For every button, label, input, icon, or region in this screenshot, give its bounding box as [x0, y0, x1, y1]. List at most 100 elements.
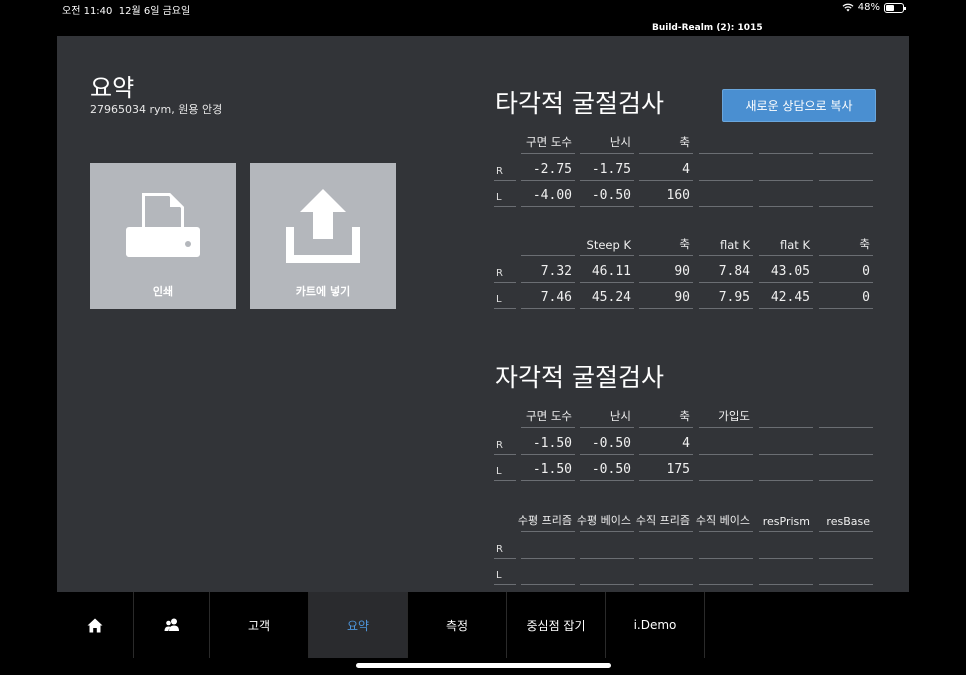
header-cell [521, 231, 575, 256]
header-cell [699, 129, 753, 154]
tab-customer[interactable]: 고객 [210, 592, 309, 658]
prism-field[interactable] [699, 534, 753, 559]
copy-to-new-consultation-button[interactable]: 새로운 상담으로 복사 [722, 89, 876, 122]
tab-measure[interactable]: 측정 [408, 592, 507, 658]
addition-field[interactable] [699, 430, 753, 455]
home-indicator[interactable] [356, 663, 611, 668]
subjective-refraction-title: 자각적 굴절검사 [495, 363, 664, 392]
cylinder-field[interactable]: -0.50 [580, 182, 634, 207]
axis-field[interactable]: 4 [639, 430, 693, 455]
axis-field[interactable]: 4 [639, 156, 693, 181]
side-label: R [494, 258, 516, 283]
page-subtitle: 27965034 rym, 원용 안경 [90, 103, 223, 116]
empty-field[interactable] [819, 456, 873, 481]
status-right: 48% [842, 2, 906, 13]
steep-k-field[interactable]: 46.11 [580, 258, 634, 283]
prism-field[interactable] [639, 560, 693, 585]
prism-field[interactable] [521, 534, 575, 559]
flat-k-field[interactable]: 7.84 [699, 258, 753, 283]
flat-k-field[interactable]: 43.05 [759, 258, 813, 283]
prism-field[interactable] [819, 560, 873, 585]
cylinder-field[interactable]: -0.50 [580, 456, 634, 481]
header-cell: 축 [639, 129, 693, 154]
header-cell: 수평 프리즘 [518, 507, 575, 532]
page-title: 요약 [90, 74, 135, 102]
prism-field[interactable] [639, 534, 693, 559]
battery-icon [884, 2, 906, 13]
empty-field[interactable] [819, 156, 873, 181]
header-cell: flat K [759, 231, 813, 256]
status-bar: 오전 11:40 12월 6일 금요일 48% [0, 0, 966, 18]
empty-field[interactable] [759, 456, 813, 481]
empty-field[interactable] [759, 182, 813, 207]
side-label: L [494, 560, 516, 585]
axis-field[interactable]: 90 [639, 258, 693, 283]
add-to-cart-label: 카트에 넣기 [295, 285, 351, 298]
tab-summary[interactable]: 요약 [309, 592, 408, 658]
empty-field[interactable] [759, 430, 813, 455]
tab-centering[interactable]: 중심점 잡기 [507, 592, 606, 658]
side-label: L [494, 456, 516, 481]
axis-field[interactable]: 0 [819, 284, 873, 309]
prism-field[interactable] [819, 534, 873, 559]
empty-field[interactable] [819, 430, 873, 455]
axis-field[interactable]: 0 [819, 258, 873, 283]
sphere-field[interactable]: -1.50 [521, 430, 575, 455]
k-field[interactable]: 7.32 [521, 258, 575, 283]
add-to-cart-tile-button[interactable]: 카트에 넣기 [250, 163, 396, 309]
flat-k-field[interactable]: 7.95 [699, 284, 753, 309]
axis-field[interactable]: 90 [639, 284, 693, 309]
flat-k-field[interactable]: 42.45 [759, 284, 813, 309]
clock: 오전 11:40 [62, 6, 113, 17]
side-label: R [494, 534, 516, 559]
side-label: R [494, 156, 516, 181]
empty-field[interactable] [699, 182, 753, 207]
date: 12월 6일 금요일 [118, 6, 191, 17]
cylinder-field[interactable]: -0.50 [580, 430, 634, 455]
battery-percent: 48% [857, 2, 880, 13]
header-cell [759, 403, 813, 428]
addition-field[interactable] [699, 456, 753, 481]
header-cell: 난시 [580, 403, 634, 428]
sphere-field[interactable]: -1.50 [521, 456, 575, 481]
k-field[interactable]: 7.46 [521, 284, 575, 309]
cylinder-field[interactable]: -1.75 [580, 156, 634, 181]
steep-k-field[interactable]: 45.24 [580, 284, 634, 309]
header-cell: 난시 [580, 129, 634, 154]
bottom-tab-bar: 고객 요약 측정 중심점 잡기 i.Demo [57, 592, 909, 658]
print-tile-button[interactable]: 인쇄 [90, 163, 236, 309]
header-cell: 구면 도수 [521, 129, 575, 154]
axis-field[interactable]: 175 [639, 456, 693, 481]
prism-field[interactable] [580, 560, 634, 585]
objective-refraction-title: 타각적 굴절검사 [495, 89, 664, 118]
prism-field[interactable] [521, 560, 575, 585]
header-cell: resBase [819, 507, 873, 532]
axis-field[interactable]: 160 [639, 182, 693, 207]
header-cell: resPrism [759, 507, 813, 532]
printer-icon [126, 193, 200, 257]
header-cell: 축 [819, 231, 873, 256]
tab-contacts[interactable] [134, 592, 210, 658]
tab-idemo[interactable]: i.Demo [606, 592, 705, 658]
prism-field[interactable] [580, 534, 634, 559]
prism-field[interactable] [759, 560, 813, 585]
header-cell [819, 129, 873, 154]
empty-field[interactable] [759, 156, 813, 181]
empty-field[interactable] [819, 182, 873, 207]
side-label: L [494, 182, 516, 207]
prism-field[interactable] [699, 560, 753, 585]
main-panel: 요약 27965034 rym, 원용 안경 인쇄 카트에 넣기 타각적 굴절검… [57, 36, 909, 592]
tab-home[interactable] [57, 592, 134, 658]
prism-field[interactable] [759, 534, 813, 559]
sphere-field[interactable]: -2.75 [521, 156, 575, 181]
sphere-field[interactable]: -4.00 [521, 182, 575, 207]
empty-field[interactable] [699, 156, 753, 181]
header-cell: 축 [639, 403, 693, 428]
header-cell: 가입도 [699, 403, 753, 428]
people-icon [164, 618, 179, 631]
header-cell: 수평 베이스 [577, 507, 634, 532]
header-cell: 수직 베이스 [696, 507, 753, 532]
side-label: L [494, 284, 516, 309]
header-cell: Steep K [580, 231, 634, 256]
header-cell [819, 403, 873, 428]
